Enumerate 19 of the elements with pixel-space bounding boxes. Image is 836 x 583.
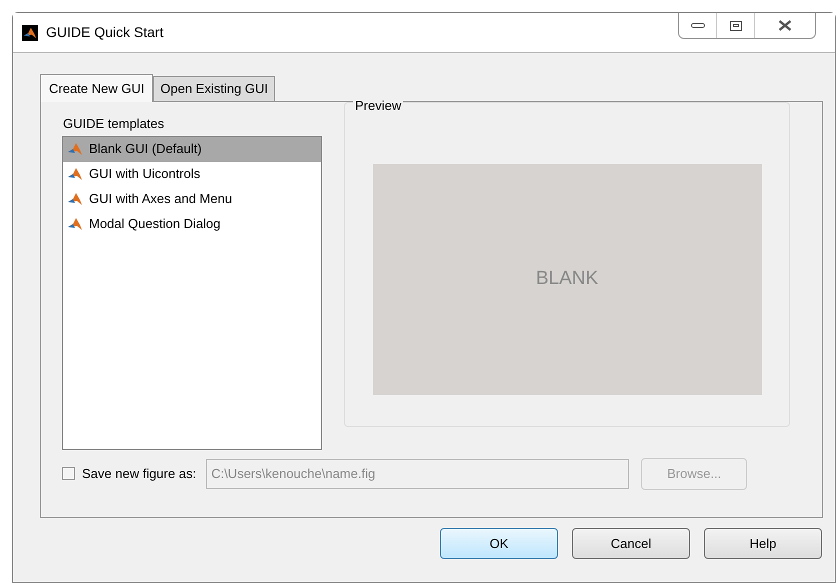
window-title: GUIDE Quick Start <box>46 23 164 42</box>
tab[interactable]: Create New GUI <box>40 74 154 102</box>
dialog-button[interactable]: Help <box>704 528 822 559</box>
close-icon <box>778 20 792 31</box>
cone-logo-icon <box>67 191 83 207</box>
dialog-button[interactable]: OK <box>440 528 558 559</box>
template-item[interactable]: GUI with Uicontrols <box>63 162 321 186</box>
tab[interactable]: Open Existing GUI <box>153 76 276 101</box>
template-item[interactable]: Modal Question Dialog <box>63 212 321 236</box>
cone-logo-icon <box>67 141 83 157</box>
save-label: Save new figure as: <box>82 464 196 483</box>
cone-logo-icon <box>67 166 83 182</box>
cone-logo-icon <box>67 216 83 232</box>
dialog-button[interactable]: Cancel <box>572 528 690 559</box>
templates-label: GUIDE templates <box>63 115 166 133</box>
blank-text: BLANK <box>536 267 598 292</box>
template-item[interactable]: GUI with Axes and Menu <box>63 186 321 212</box>
template-item[interactable]: Blank GUI (Default) <box>63 136 321 162</box>
cone-logo-icon <box>23 26 37 40</box>
